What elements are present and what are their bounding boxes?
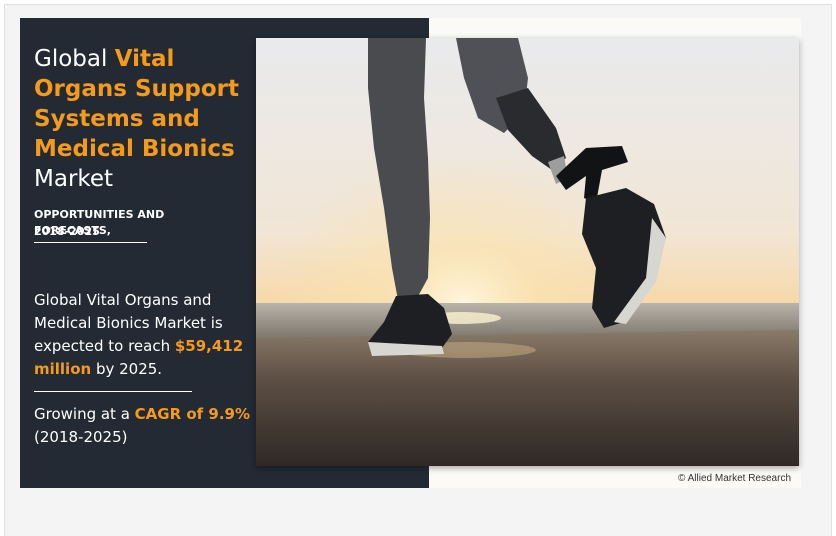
divider (34, 391, 192, 392)
cagr-value: CAGR of 9.9% (134, 405, 251, 423)
subtitle-period: 2018-2025 (34, 225, 100, 238)
divider (34, 242, 147, 243)
title-suffix: Market (34, 166, 114, 192)
page-title: Global Vital Organs Support Systems and … (34, 44, 244, 194)
title-prefix: Global (34, 46, 115, 72)
market-stat: Global Vital Organs and Medical Bionics … (34, 289, 250, 381)
growth-text: Growing at a (34, 405, 135, 423)
copyright-credit: © Allied Market Research (678, 473, 791, 484)
hero-photo (256, 38, 799, 466)
growth-period: (2018-2025) (34, 428, 128, 446)
growth-stat: Growing at a CAGR of 9.9% (2018-2025) (34, 403, 254, 449)
runner-illustration (256, 38, 799, 466)
infographic-card: Global Vital Organs Support Systems and … (20, 18, 801, 488)
market-stat-suffix: by 2025. (91, 360, 163, 378)
